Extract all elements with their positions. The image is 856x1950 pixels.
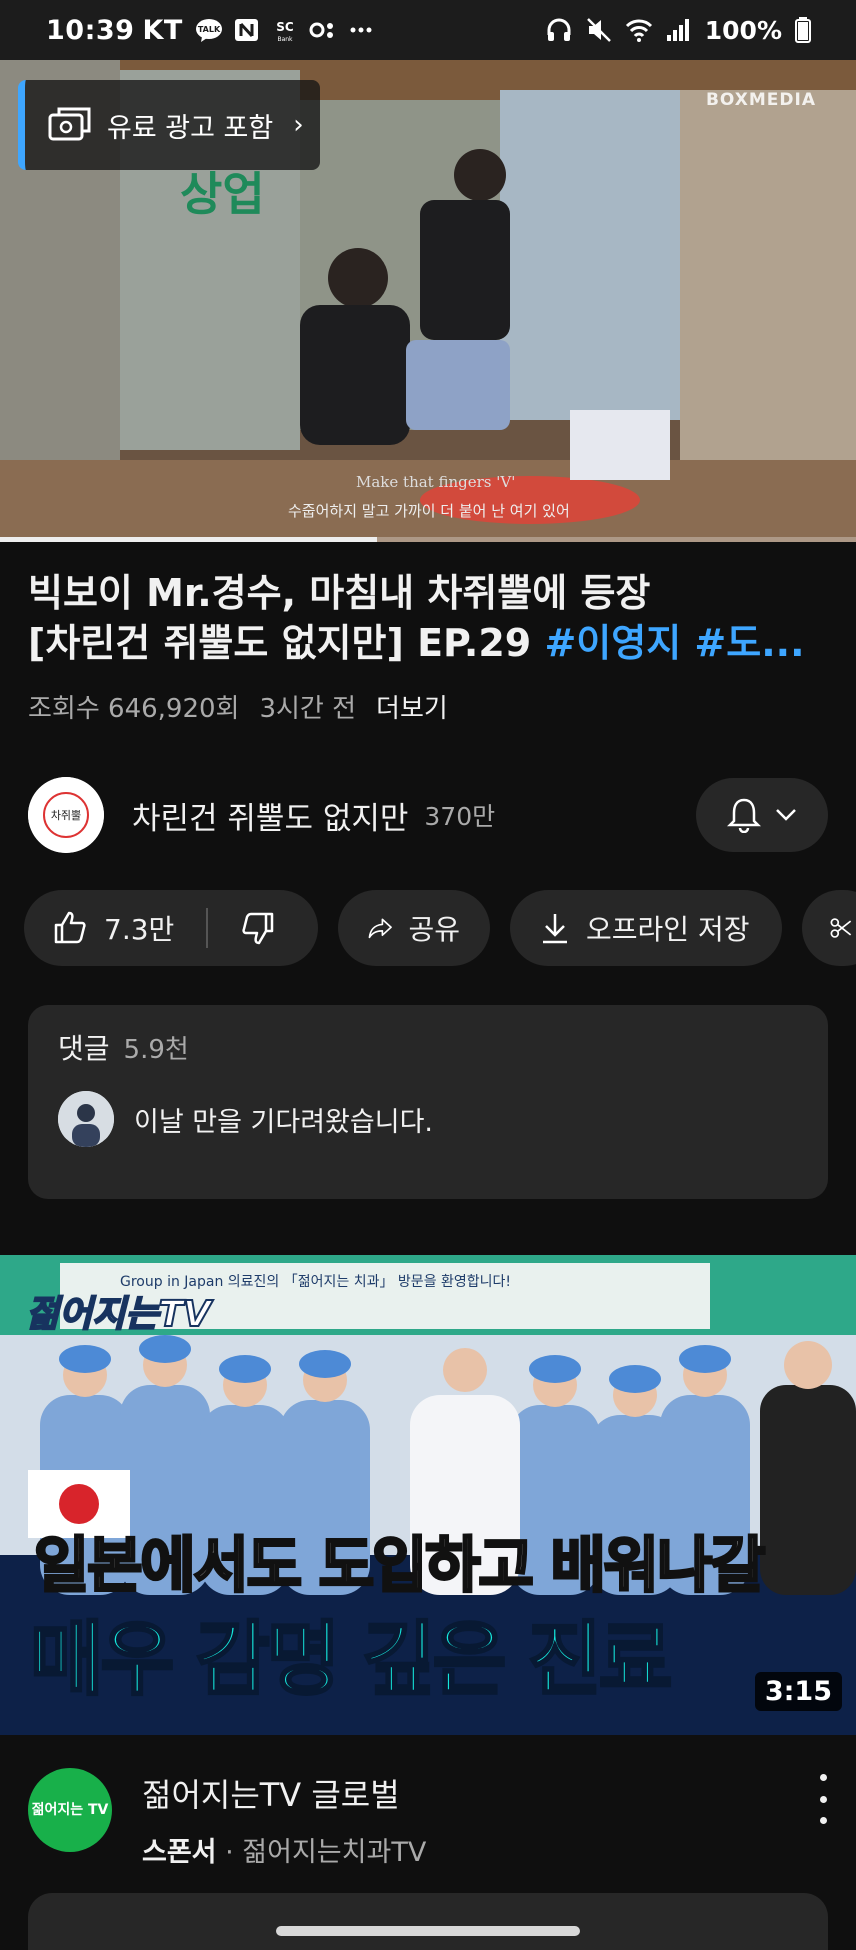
battery-percent: 100% (704, 15, 782, 45)
video-meta[interactable]: 조회수 646,920회 3시간 전 더보기 (28, 688, 838, 725)
video-details[interactable]: 빅보이 Mr.경수, 마침내 차쥐뿔에 등장 [차린건 쥐뿔도 없지만] EP.… (28, 568, 838, 725)
video-subtitle-en: Make that fingers 'V' (356, 473, 516, 491)
chevron-right-icon: › (293, 110, 304, 140)
status-bar: 10:39 KT TALK SC Bank 100% (0, 0, 856, 60)
video-hashtags[interactable]: #이영지 #도... (544, 621, 804, 665)
video-title[interactable]: 빅보이 Mr.경수, 마침내 차쥐뿔에 등장 [차린건 쥐뿔도 없지만] EP.… (28, 568, 838, 672)
comments-panel[interactable]: 댓글 5.9천 이날 만을 기다려왔습니다. (28, 1005, 828, 1199)
like-separator (206, 908, 209, 948)
video-player[interactable]: 상업 유료 광고 포함 › BOXMEDIA Make that fingers… (0, 60, 856, 542)
like-dislike-chip: 7.3만 (24, 890, 318, 966)
download-icon (543, 914, 567, 944)
dots-app-icon (309, 22, 333, 38)
ad-thumbnail[interactable]: Group in Japan 의료진의 「젊어지는 치과」 방문을 환영합니다!… (0, 1255, 856, 1735)
paid-promotion-icon (48, 107, 91, 141)
like-icon[interactable] (52, 910, 88, 946)
video-title-line2: [차린건 쥐뿔도 없지만] EP.29 (28, 621, 545, 665)
video-title-line1: 빅보이 Mr.경수, 마침내 차쥐뿔에 등장 (28, 571, 651, 615)
headphones-icon (547, 18, 571, 41)
ad-headline-1: 일본에서도 도입하고 배워나갈 (32, 1530, 766, 1603)
share-icon (368, 918, 392, 939)
offline-save-label: 오프라인 저장 (586, 913, 750, 946)
svg-text:상업: 상업 (180, 167, 265, 221)
status-carrier: KT (142, 14, 183, 46)
video-duration-badge: 3:15 (754, 1672, 842, 1711)
more-link[interactable]: 더보기 (376, 688, 448, 725)
video-subtitle-ko: 수줍어하지 말고 가까이 더 붙어 난 여기 있어 (288, 502, 570, 520)
action-bar: 7.3만 공유 오프라인 저장 (24, 890, 856, 966)
subscription-bell-button[interactable] (696, 778, 828, 852)
video-watermark: BOXMEDIA (705, 90, 816, 110)
chevron-down-icon (776, 809, 796, 821)
svg-text:Bank: Bank (277, 36, 293, 43)
comments-count: 5.9천 (123, 1035, 189, 1065)
mute-icon (586, 18, 611, 42)
ad-info-row[interactable]: 젊어지는 TV 젊어지는TV 글로벌 스폰서 · 젊어지는치과TV (28, 1768, 838, 1869)
ad-channel-logo[interactable]: 젊어지는 TV (28, 1768, 112, 1852)
channel-name[interactable]: 차린건 쥐뿔도 없지만 (132, 793, 408, 838)
paid-promotion-badge[interactable]: 유료 광고 포함 › (18, 80, 320, 170)
svg-text:차쥐뿔: 차쥐뿔 (51, 809, 81, 822)
wifi-icon (625, 19, 652, 42)
channel-avatar[interactable]: 차쥐뿔 (28, 777, 104, 853)
share-label: 공유 (408, 913, 460, 946)
paid-promotion-label: 유료 광고 포함 (107, 112, 274, 144)
share-button[interactable]: 공유 (338, 890, 490, 966)
talk-icon: TALK (195, 19, 222, 42)
svg-text:SC: SC (276, 20, 294, 34)
sponsor-label: 스폰서 (142, 1837, 217, 1868)
naver-icon (234, 19, 258, 41)
commenter-avatar (58, 1091, 114, 1147)
bell-icon (727, 798, 761, 833)
more-dots-icon (350, 27, 372, 33)
dislike-icon[interactable] (240, 910, 276, 946)
subscriber-count: 370만 (424, 802, 496, 831)
signal-icon (666, 19, 689, 41)
status-time: 10:39 (46, 14, 135, 46)
like-count[interactable]: 7.3만 (104, 908, 174, 948)
view-count: 조회수 646,920회 (28, 694, 240, 724)
svg-text:TALK: TALK (198, 25, 221, 34)
next-item-card[interactable] (28, 1893, 828, 1950)
top-comment-text: 이날 만을 기다려왔습니다. (134, 1106, 433, 1138)
ad-brand-overlay: 젊어지는TV (25, 1293, 212, 1336)
clip-button[interactable] (802, 890, 856, 966)
upload-age: 3시간 전 (259, 694, 357, 724)
more-options-icon[interactable] (808, 1774, 838, 1824)
comments-label: 댓글 (58, 1032, 110, 1065)
sponsor-name: 젊어지는치과TV (242, 1837, 427, 1868)
offline-save-button[interactable]: 오프라인 저장 (510, 890, 782, 966)
bank-icon: SC Bank (276, 20, 294, 43)
video-progress-fill (0, 537, 377, 542)
ad-headline-2: 매우 감명 깊은 진료 (28, 1612, 673, 1708)
ad-title[interactable]: 젊어지는TV 글로벌 (142, 1770, 426, 1816)
channel-row[interactable]: 차쥐뿔 차린건 쥐뿔도 없지만 370만 (28, 775, 828, 855)
battery-icon (795, 17, 811, 43)
home-indicator[interactable] (276, 1926, 580, 1936)
scissors-icon (830, 918, 852, 938)
video-progress-bar[interactable] (0, 537, 856, 542)
top-comment[interactable]: 이날 만을 기다려왔습니다. (58, 1091, 798, 1147)
